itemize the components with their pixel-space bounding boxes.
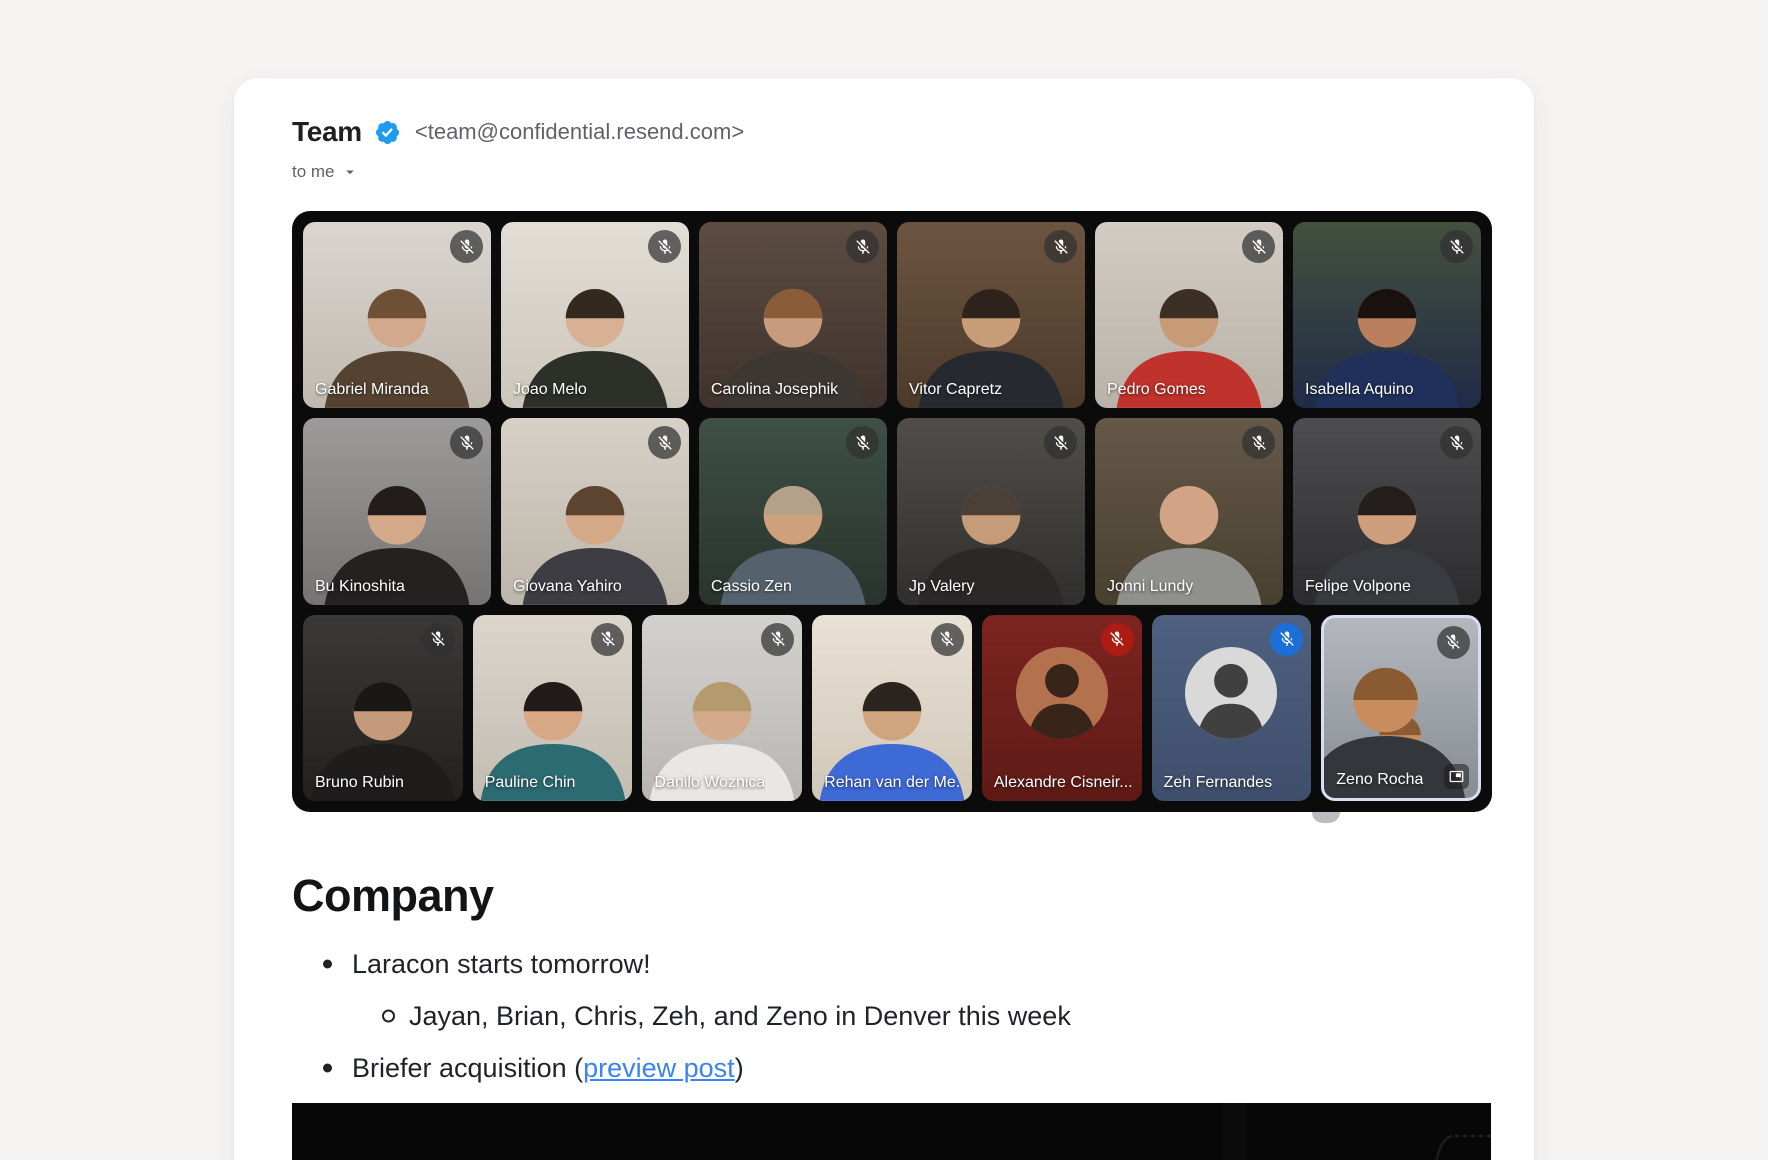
list-item-text-segment: ) [735, 1053, 744, 1083]
video-thumbnail[interactable] [292, 1103, 1491, 1160]
participant-avatar [1016, 647, 1108, 739]
participant-tile: Bu Kinoshita [303, 418, 491, 604]
meet-control-notch [1312, 812, 1340, 823]
participant-name: Giovana Yahiro [513, 578, 622, 596]
participant-tile: Jp Valery [897, 418, 1085, 604]
mic-off-icon [1437, 626, 1470, 659]
participant-tile: Giovana Yahiro [501, 418, 689, 604]
picture-in-picture-icon [1444, 764, 1469, 789]
participant-name: Zeh Fernandes [1164, 774, 1273, 792]
mic-off-icon [422, 623, 455, 656]
meeting-screenshot[interactable]: Gabriel Miranda Joao Melo Carolina Josephi… [292, 211, 1492, 812]
participant-name: Pauline Chin [485, 774, 576, 792]
list-item-text-segment: Briefer acquisition ( [352, 1053, 583, 1083]
recipient-row[interactable]: to me [292, 160, 359, 184]
list-item-text: Laracon starts tomorrow! [352, 949, 651, 980]
participant-tile: Rehan van der Me... [812, 615, 972, 801]
preview-post-link[interactable]: preview post [583, 1053, 735, 1083]
mic-off-icon [1242, 230, 1275, 263]
participant-row: Bu Kinoshita Giovana Yahiro Cassio Zen Jp V… [303, 418, 1481, 604]
list-item: Jayan, Brian, Chris, Zeh, and Zeno in De… [292, 990, 1452, 1042]
hollow-bullet-icon [382, 1010, 395, 1023]
chevron-down-icon[interactable] [341, 163, 359, 181]
participant-name: Cassio Zen [711, 578, 792, 596]
list-item-text: Jayan, Brian, Chris, Zeh, and Zeno in De… [409, 1001, 1071, 1032]
bullet-icon [323, 960, 332, 969]
person-silhouette [1016, 647, 1108, 739]
participant-tile: Danilo Woznica [642, 615, 802, 801]
mic-off-icon [761, 623, 794, 656]
section-heading-company: Company [292, 870, 494, 922]
list-item-text: Briefer acquisition (preview post) [352, 1053, 744, 1084]
participant-tile: Carolina Josephik [699, 222, 887, 408]
company-list: Laracon starts tomorrow! Jayan, Brian, Ch… [292, 938, 1452, 1094]
mic-off-icon [1242, 426, 1275, 459]
mic-off-icon [450, 426, 483, 459]
mic-off-icon [648, 426, 681, 459]
email-header: Team <team@confidential.resend.com> [292, 114, 744, 150]
mic-off-icon [1270, 623, 1303, 656]
participant-tile: Cassio Zen [699, 418, 887, 604]
bullet-icon [323, 1064, 332, 1073]
participant-name: Bruno Rubin [315, 774, 404, 792]
list-item-text-segment: Laracon starts tomorrow! [352, 949, 651, 979]
participant-name: Pedro Gomes [1107, 381, 1206, 399]
mic-off-icon [846, 230, 879, 263]
faint-chart-line [292, 1103, 1491, 1160]
participant-tile: Zeh Fernandes [1152, 615, 1312, 801]
list-item-text-segment: Jayan, Brian, Chris, Zeh, and Zeno in De… [409, 1001, 1071, 1031]
participant-avatar [1185, 647, 1277, 739]
recipient-label: to me [292, 162, 335, 182]
participant-name: Isabella Aquino [1305, 381, 1414, 399]
participant-tile: Isabella Aquino [1293, 222, 1481, 408]
participant-tile: Gabriel Miranda [303, 222, 491, 408]
participant-row: Gabriel Miranda Joao Melo Carolina Josephi… [303, 222, 1481, 408]
participant-name: Carolina Josephik [711, 381, 838, 399]
participant-tile: Alexandre Cisneir... [982, 615, 1142, 801]
sender-name: Team [292, 116, 362, 148]
participant-tile: Pedro Gomes [1095, 222, 1283, 408]
email-card: Team <team@confidential.resend.com> to m… [234, 78, 1534, 1160]
participant-name: Alexandre Cisneir... [994, 774, 1132, 792]
mic-off-icon [846, 426, 879, 459]
mic-off-icon [1044, 426, 1077, 459]
participant-name: Zeno Rocha [1336, 771, 1423, 789]
participant-tile: Bruno Rubin [303, 615, 463, 801]
participant-tile: Felipe Volpone [1293, 418, 1481, 604]
participant-name: Felipe Volpone [1305, 578, 1411, 596]
participant-tile: Zeno Rocha [1321, 615, 1481, 801]
mic-off-icon [1044, 230, 1077, 263]
participant-row: Bruno Rubin Pauline Chin Danilo Woznica Reh… [303, 615, 1481, 801]
participant-tile: Joao Melo [501, 222, 689, 408]
participant-tile: Pauline Chin [473, 615, 633, 801]
person-silhouette [1185, 647, 1277, 739]
mic-off-icon [1440, 230, 1473, 263]
participant-name: Jonni Lundy [1107, 578, 1193, 596]
participant-tile: Jonni Lundy [1095, 418, 1283, 604]
participant-name: Gabriel Miranda [315, 381, 429, 399]
participant-name: Vitor Capretz [909, 381, 1002, 399]
list-item: Briefer acquisition (preview post) [292, 1042, 1452, 1094]
mic-off-icon [648, 230, 681, 263]
participant-name: Danilo Woznica [654, 774, 765, 792]
mic-off-icon [591, 623, 624, 656]
list-item: Laracon starts tomorrow! [292, 938, 1452, 990]
participant-name: Jp Valery [909, 578, 975, 596]
participant-name: Joao Melo [513, 381, 587, 399]
verified-badge-icon [374, 119, 401, 146]
page-background: Team <team@confidential.resend.com> to m… [0, 0, 1768, 1160]
participant-tile: Vitor Capretz [897, 222, 1085, 408]
mic-off-icon [931, 623, 964, 656]
participant-name: Bu Kinoshita [315, 578, 405, 596]
participant-name: Rehan van der Me... [824, 774, 962, 792]
sender-email: <team@confidential.resend.com> [415, 119, 744, 145]
mic-off-icon [450, 230, 483, 263]
mic-off-icon [1440, 426, 1473, 459]
mic-off-icon [1101, 623, 1134, 656]
